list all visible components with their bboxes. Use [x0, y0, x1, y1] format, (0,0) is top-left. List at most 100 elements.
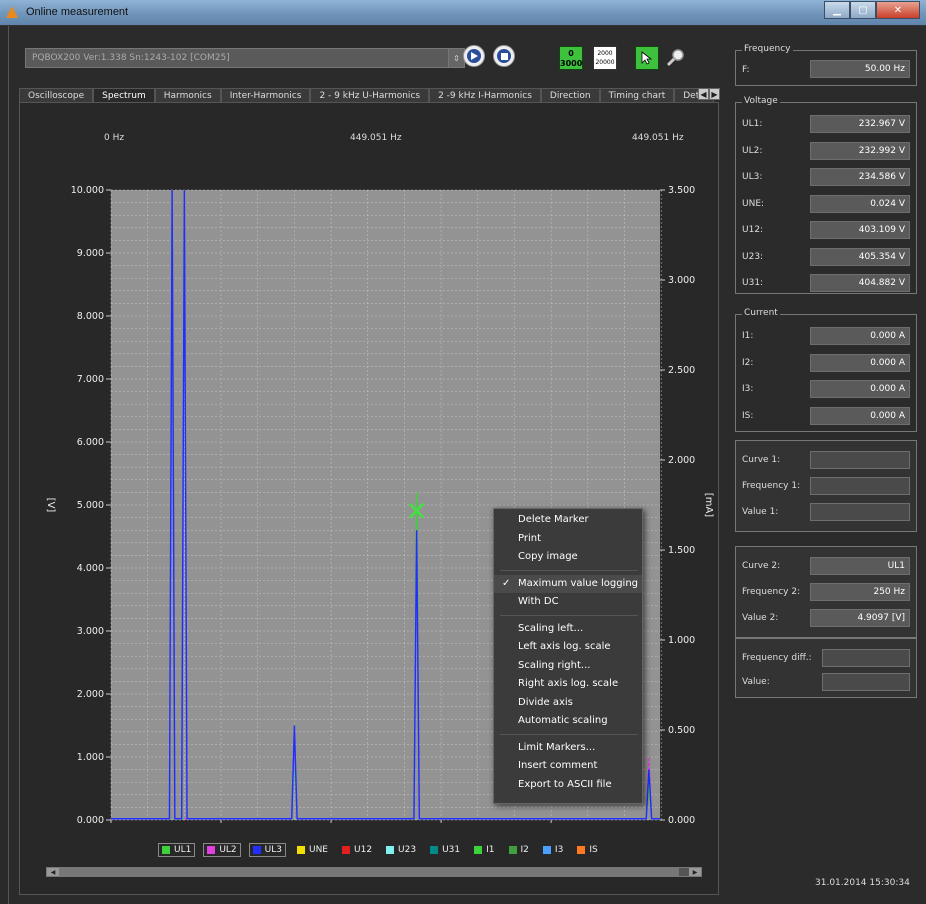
- freq-range-button[interactable]: 2000 20000: [593, 46, 617, 70]
- menu-separator: [500, 569, 638, 571]
- tab-2-9-khz-u-harmonics[interactable]: 2 - 9 kHz U-Harmonics: [310, 88, 430, 102]
- voltage-label-ul3: UL3:: [742, 172, 763, 182]
- menu-item-left-axis-log-scale[interactable]: Left axis log. scale: [494, 638, 642, 656]
- tab-oscilloscope[interactable]: Oscilloscope: [19, 88, 94, 102]
- current-label-i2: I2:: [742, 357, 754, 368]
- voltage-value-ul1: 232.967 V: [810, 115, 910, 133]
- menu-item-label: Print: [518, 532, 542, 544]
- zoom-button[interactable]: [663, 44, 689, 70]
- scroll-right-icon[interactable]: ▶: [689, 868, 701, 876]
- current-label-i1: I1:: [742, 331, 754, 341]
- tab-spectrum[interactable]: Spectrum: [93, 88, 155, 102]
- legend-item-u31[interactable]: U31: [427, 844, 463, 856]
- left-tick-label: 1.000: [77, 752, 104, 763]
- menu-item-with-dc[interactable]: With DC: [494, 593, 642, 611]
- tab-scroll-right-button[interactable]: ▶: [709, 88, 720, 100]
- legend-item-une[interactable]: UNE: [294, 844, 331, 856]
- device-select[interactable]: PQBOX200 Ver:1.338 Sn:1243-102 [COM25] ⇕: [25, 48, 465, 68]
- stop-button[interactable]: [491, 44, 517, 68]
- current-value-i3: 0.000 A: [810, 380, 910, 398]
- tab-inter-harmonics[interactable]: Inter-Harmonics: [220, 88, 311, 102]
- tab-direction[interactable]: Direction: [540, 88, 600, 102]
- minimize-button[interactable]: ▁: [824, 1, 850, 19]
- cursor-button[interactable]: [635, 46, 659, 70]
- legend-item-ul2[interactable]: UL2: [203, 843, 241, 857]
- current-value-is: 0.000 A: [810, 406, 910, 425]
- legend-label: IS: [589, 845, 598, 855]
- voltage-label-ul2: UL2:: [742, 145, 763, 156]
- menu-item-export-to-ascii-file[interactable]: Export to ASCII file: [494, 776, 642, 794]
- frequency-group-title: Frequency: [742, 44, 793, 54]
- menu-item-scaling-right[interactable]: Scaling right...: [494, 657, 642, 675]
- left-tick-label: 3.000: [77, 626, 104, 637]
- menu-item-delete-marker[interactable]: Delete Marker: [494, 511, 642, 529]
- minimize-icon: ▁: [833, 4, 841, 16]
- check-icon: ✓: [502, 577, 511, 589]
- legend-swatch: [386, 846, 395, 854]
- status-datetime: 31.01.2014 15:30:34: [815, 878, 910, 888]
- legend-swatch: [430, 846, 439, 854]
- left-tick-label: 8.000: [77, 311, 104, 322]
- menu-item-divide-axis[interactable]: Divide axis: [494, 694, 642, 712]
- legend-item-u12[interactable]: U12: [339, 844, 375, 856]
- tab-bar: Oscilloscope Spectrum Harmonics Inter-Harmo…: [19, 88, 714, 102]
- scrollbar-thumb[interactable]: [59, 868, 679, 876]
- menu-item-automatic-scaling[interactable]: Automatic scaling: [494, 712, 642, 730]
- horizontal-scrollbar[interactable]: ◀ ▶: [46, 867, 702, 877]
- menu-item-scaling-left[interactable]: Scaling left...: [494, 620, 642, 638]
- legend-swatch: [474, 846, 483, 854]
- legend-item-u23[interactable]: U23: [383, 844, 419, 856]
- legend-swatch: [577, 846, 586, 854]
- time-range-button[interactable]: 0 3000: [559, 46, 583, 70]
- title-bar: Online measurement ▁ ▢ ✕: [0, 0, 926, 26]
- legend-label: U12: [354, 845, 373, 855]
- legend-item-is[interactable]: IS: [574, 844, 600, 856]
- legend-item-i3[interactable]: I3: [540, 844, 566, 856]
- legend-item-i1[interactable]: I1: [471, 844, 497, 856]
- play-button[interactable]: [461, 44, 487, 68]
- menu-item-right-axis-log-scale[interactable]: Right axis log. scale: [494, 675, 642, 693]
- difference-group: Frequency diff.: Value:: [735, 638, 917, 698]
- menu-item-label: Left axis log. scale: [518, 641, 611, 652]
- legend-label: I2: [520, 845, 529, 855]
- voltage-group: Voltage UL1: 232.967 V UL2: 232.992 V UL3: 23…: [735, 96, 917, 294]
- curve2-label: Curve 2:: [742, 561, 781, 571]
- tab-timing-chart[interactable]: Timing chart: [599, 88, 675, 102]
- curve1-group: Curve 1: Frequency 1: Value 1:: [735, 440, 917, 532]
- menu-item-copy-image[interactable]: Copy image: [494, 548, 642, 566]
- left-tick-label: 7.000: [77, 374, 104, 385]
- magnifier-icon: [666, 49, 684, 67]
- menu-item-print[interactable]: Print: [494, 530, 642, 548]
- menu-item-maximum-value-logging[interactable]: ✓ Maximum value logging: [494, 574, 642, 593]
- close-icon: ✕: [893, 4, 903, 16]
- value1-label: Value 1:: [742, 507, 779, 517]
- right-tick-label: 3.000: [668, 275, 695, 286]
- scroll-left-icon[interactable]: ◀: [47, 868, 59, 876]
- menu-item-label: Scaling left...: [518, 622, 584, 634]
- close-button[interactable]: ✕: [876, 1, 920, 19]
- current-group-title: Current: [742, 308, 780, 318]
- current-label-is: IS:: [742, 410, 754, 421]
- legend-item-i2[interactable]: I2: [506, 844, 532, 856]
- value-diff-value: [822, 673, 910, 691]
- legend-label: I3: [554, 845, 564, 855]
- time-range-bottom: 3000: [560, 59, 583, 68]
- menu-item-limit-markers[interactable]: Limit Markers...: [494, 739, 642, 757]
- tab-harmonics[interactable]: Harmonics: [154, 88, 221, 102]
- tab-2-9-khz-i-harmonics[interactable]: 2 -9 kHz I-Harmonics: [429, 88, 541, 102]
- right-tick-label: 0.500: [668, 725, 695, 736]
- menu-separator: [500, 614, 638, 616]
- tab-scroll-left-button[interactable]: ◀: [698, 88, 709, 100]
- voltage-value-ul3: 234.586 V: [810, 168, 910, 186]
- legend-item-ul1[interactable]: UL1: [158, 843, 196, 857]
- frequency1-value: [810, 477, 910, 495]
- frequency1-label: Frequency 1:: [742, 481, 801, 491]
- legend-swatch: [252, 846, 261, 854]
- maximize-icon: ▢: [858, 4, 868, 16]
- value2-value: 4.9097 [V]: [810, 609, 910, 627]
- curve2-group: Curve 2: UL1 Frequency 2: 250 Hz Value 2…: [735, 546, 917, 638]
- legend-item-ul3[interactable]: UL3: [248, 843, 286, 857]
- freq-range-top: 2000: [597, 50, 613, 57]
- menu-item-insert-comment[interactable]: Insert comment: [494, 757, 642, 775]
- maximize-button[interactable]: ▢: [850, 1, 876, 19]
